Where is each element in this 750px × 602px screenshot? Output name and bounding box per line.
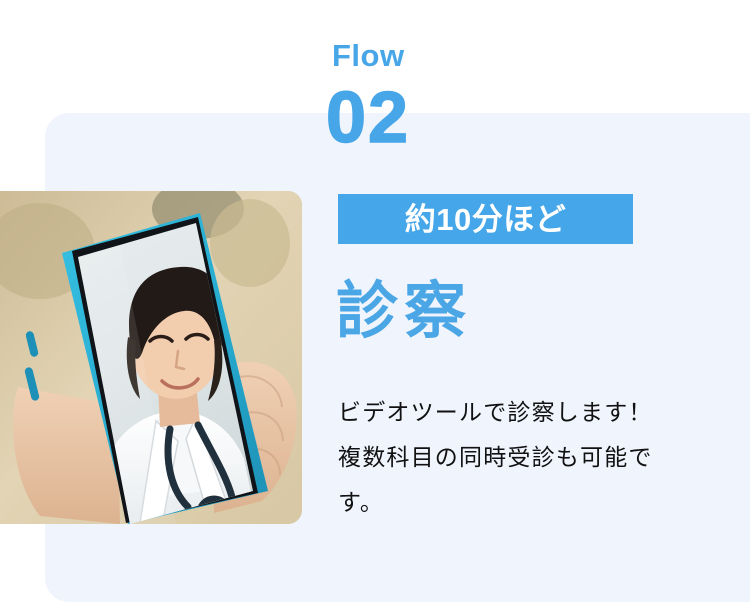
flow-step-number: 02 [325, 78, 411, 158]
section-heading: 診察 [336, 277, 473, 346]
doctor-video-call-photo [0, 191, 302, 524]
flow-eyebrow-label: Flow [332, 38, 405, 73]
flow-step-card-screen: Flow 02 約10分ほど 診察 ビデオツールで診察します！複数科目の同時受診… [0, 0, 750, 602]
section-body-text: ビデオツールで診察します！複数科目の同時受診も可能です。 [338, 399, 653, 515]
photo-illustration [0, 191, 302, 524]
duration-badge: 約10分ほど [338, 194, 633, 244]
duration-badge-label: 約10分ほど [404, 201, 567, 237]
